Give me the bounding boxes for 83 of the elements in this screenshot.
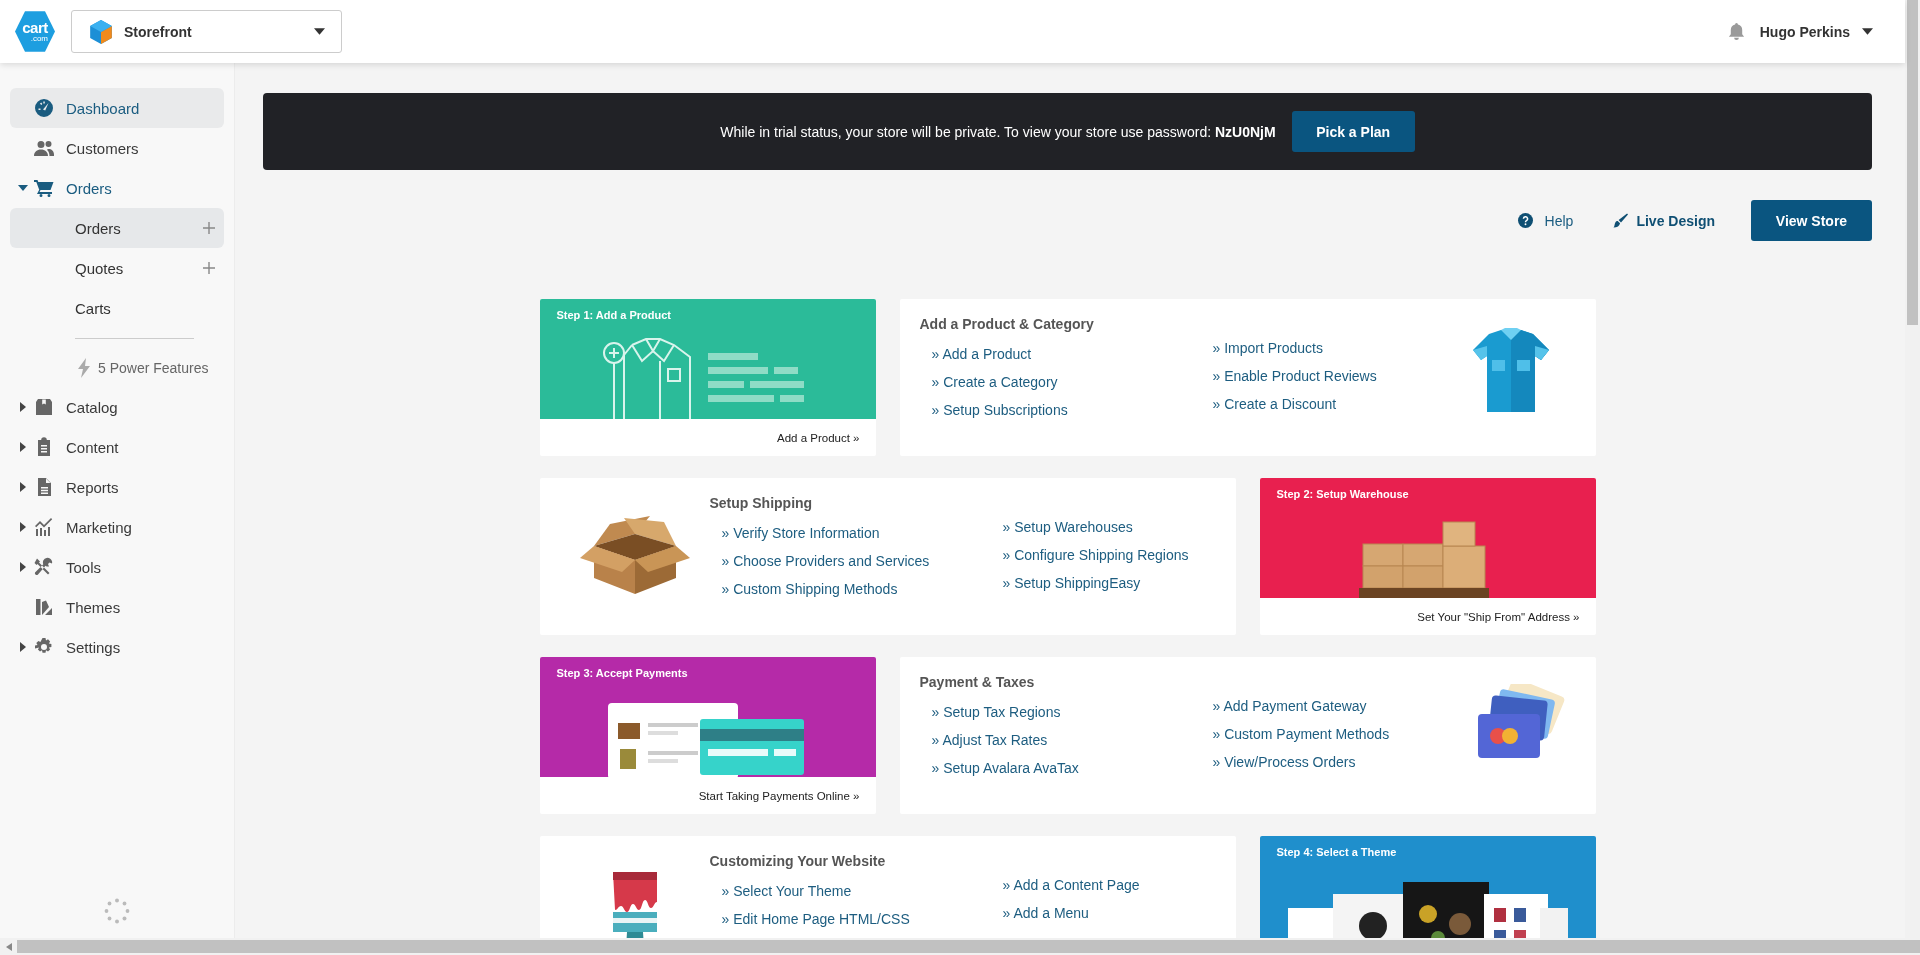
view-store-button[interactable]: View Store <box>1751 200 1872 241</box>
card-link[interactable]: » Add a Product <box>931 340 1213 368</box>
step-title: Step 2: Setup Warehouse <box>1275 487 1410 500</box>
cube-icon <box>88 18 114 45</box>
caret-icon[interactable] <box>20 562 26 572</box>
sidebar-subitem[interactable]: Orders <box>10 208 224 248</box>
store-selector[interactable]: Storefront <box>71 10 342 53</box>
card-link[interactable]: » Enable Product Reviews <box>1212 362 1440 390</box>
user-menu[interactable]: Hugo Perkins <box>1759 23 1873 40</box>
sidebar-subitem[interactable]: Quotes <box>10 248 224 288</box>
card-link[interactable]: » Add Payment Gateway <box>1212 692 1440 720</box>
card-link[interactable]: » Custom Payment Methods <box>1212 720 1440 748</box>
plus-icon <box>203 222 215 234</box>
card-link[interactable]: » Setup Warehouses <box>1002 513 1189 541</box>
live-design-link[interactable]: Live Design <box>1613 212 1715 229</box>
card-link[interactable]: » Import Products <box>1212 334 1440 362</box>
card-link[interactable]: » Setup Subscriptions <box>931 396 1213 424</box>
caret-icon[interactable] <box>20 522 26 532</box>
chart-icon <box>34 517 54 537</box>
cart-icon <box>34 178 54 198</box>
caret-icon[interactable] <box>20 642 26 652</box>
brush-icon <box>1613 213 1629 228</box>
sidebar-item[interactable]: Dashboard <box>10 88 224 128</box>
caret-icon <box>1862 28 1873 35</box>
card-link[interactable]: » Select Your Theme <box>721 877 1003 905</box>
caret-icon[interactable] <box>20 482 26 492</box>
card-link[interactable]: » Add a Menu <box>1002 899 1140 927</box>
help-icon <box>1517 213 1533 228</box>
sidebar-item[interactable]: Themes <box>10 587 224 627</box>
card-link[interactable]: » Setup Tax Regions <box>931 698 1213 726</box>
lightning-icon <box>77 358 91 378</box>
step-title: Step 3: Accept Payments <box>555 666 689 679</box>
box-icon <box>34 397 54 417</box>
card-link[interactable]: » Edit Home Page HTML/CSS <box>721 905 1003 933</box>
step-title: Step 1: Add a Product <box>555 308 672 321</box>
sidebar-item[interactable]: Tools <box>10 547 224 587</box>
scrollbar-thumb[interactable] <box>17 940 1920 953</box>
step-link[interactable]: Set Your "Ship From" Address » <box>1417 610 1580 623</box>
card-link[interactable]: » Configure Shipping Regions <box>1002 541 1189 569</box>
card-link[interactable]: » Create a Category <box>931 368 1213 396</box>
card-link[interactable]: » Setup Avalara AvaTax <box>931 754 1213 782</box>
help-link[interactable]: Help <box>1517 212 1574 229</box>
card-link[interactable]: » View/Process Orders <box>1212 748 1440 776</box>
card-link[interactable]: » Choose Providers and Services <box>721 547 1003 575</box>
tools-icon <box>34 557 54 577</box>
spinner-icon <box>104 898 130 924</box>
caret-icon[interactable] <box>18 185 28 191</box>
caret-icon[interactable] <box>20 442 26 452</box>
card-title: Add a Product & Category <box>919 315 1095 334</box>
sidebar-item[interactable]: Orders <box>10 168 224 208</box>
add-button[interactable] <box>203 222 215 234</box>
card-link[interactable]: » Verify Store Information <box>721 519 1003 547</box>
sidebar-item[interactable]: Catalog <box>10 387 224 427</box>
sidebar-subitem[interactable]: Carts <box>10 288 224 328</box>
card-title: Customizing Your Website <box>709 852 887 871</box>
step-link[interactable]: Start Taking Payments Online » <box>698 789 860 802</box>
people-icon <box>34 138 54 158</box>
banner-message: While in trial status, your store will be private. To view your store use password: NzU0NjM <box>720 123 1276 140</box>
sidebar-item[interactable]: Marketing <box>10 507 224 547</box>
card-link[interactable]: » Create a Discount <box>1212 390 1440 418</box>
gauge-icon <box>34 98 54 118</box>
left-arrow-icon[interactable] <box>6 942 12 951</box>
caret-icon <box>314 28 325 35</box>
sidebar-item[interactable]: Reports <box>10 467 224 507</box>
bell-icon[interactable] <box>1726 22 1746 41</box>
card-link[interactable]: » Setup ShippingEasy <box>1002 569 1189 597</box>
sidebar-item[interactable]: Settings <box>10 627 224 667</box>
card-link[interactable]: » Custom Shipping Methods <box>721 575 1003 603</box>
scrollbar-thumb[interactable] <box>1907 0 1918 325</box>
caret-icon[interactable] <box>20 402 26 412</box>
step-title: Step 4: Select a Theme <box>1275 845 1398 858</box>
card-title: Payment & Taxes <box>919 673 1036 692</box>
plus-icon <box>203 262 215 274</box>
sidebar-item[interactable]: Content <box>10 427 224 467</box>
step-link[interactable]: Add a Product » <box>777 431 860 444</box>
sidebar-item[interactable]: Customers <box>10 128 224 168</box>
card-link[interactable]: » Add a Content Page <box>1002 871 1140 899</box>
card-title: Setup Shipping <box>709 494 814 513</box>
card-link[interactable]: » Adjust Tax Rates <box>931 726 1213 754</box>
swatches-icon <box>34 597 54 617</box>
pick-plan-button[interactable]: Pick a Plan <box>1291 111 1415 152</box>
power-features-link[interactable]: 5 Power Features <box>10 349 224 387</box>
add-button[interactable] <box>203 262 215 274</box>
